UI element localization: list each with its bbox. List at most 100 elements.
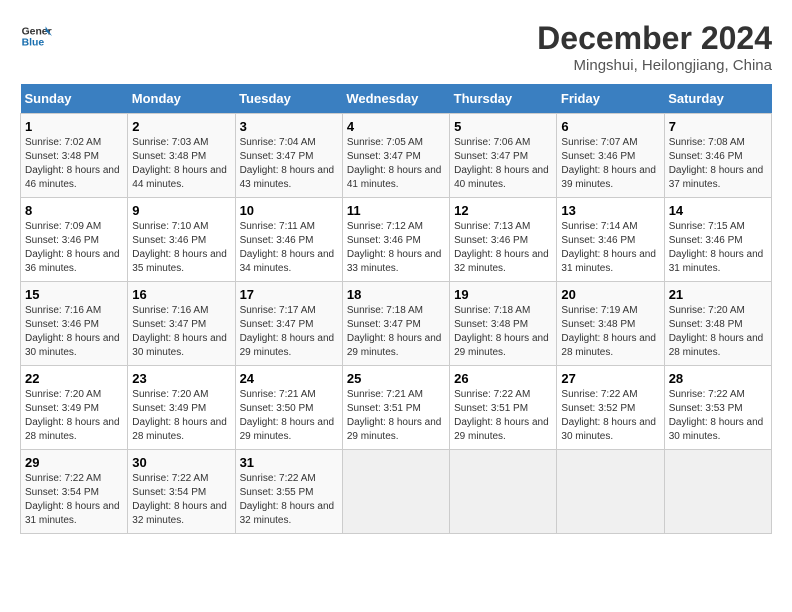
day-number: 22 [25,371,123,386]
day-number: 5 [454,119,552,134]
day-info: Sunrise: 7:17 AMSunset: 3:47 PMDaylight:… [240,304,338,360]
day-info: Sunrise: 7:22 AMSunset: 3:55 PMDaylight:… [240,472,338,528]
day-number: 21 [669,287,767,302]
day-of-week-header: Tuesday [235,84,342,114]
calendar-day-cell: 23 Sunrise: 7:20 AMSunset: 3:49 PMDayligh… [128,366,235,450]
day-info: Sunrise: 7:09 AMSunset: 3:46 PMDaylight:… [25,220,123,276]
calendar-day-cell: 20 Sunrise: 7:19 AMSunset: 3:48 PMDayligh… [557,282,664,366]
day-number: 6 [561,119,659,134]
calendar-day-cell: 24 Sunrise: 7:21 AMSunset: 3:50 PMDayligh… [235,366,342,450]
calendar-day-cell: 17 Sunrise: 7:17 AMSunset: 3:47 PMDayligh… [235,282,342,366]
day-number: 9 [132,203,230,218]
day-info: Sunrise: 7:19 AMSunset: 3:48 PMDaylight:… [561,304,659,360]
day-info: Sunrise: 7:22 AMSunset: 3:53 PMDaylight:… [669,388,767,444]
calendar-day-cell: 4Sunrise: 7:05 AMSunset: 3:47 PMDaylight… [342,114,449,198]
calendar-day-cell [450,450,557,534]
day-info: Sunrise: 7:13 AMSunset: 3:46 PMDaylight:… [454,220,552,276]
day-info: Sunrise: 7:20 AMSunset: 3:48 PMDaylight:… [669,304,767,360]
day-number: 7 [669,119,767,134]
day-info: Sunrise: 7:12 AMSunset: 3:46 PMDaylight:… [347,220,445,276]
day-info: Sunrise: 7:03 AMSunset: 3:48 PMDaylight:… [132,136,230,192]
calendar-day-cell: 19Sunrise: 7:18 AMSunset: 3:48 PMDayligh… [450,282,557,366]
day-number: 30 [132,455,230,470]
day-number: 24 [240,371,338,386]
day-info: Sunrise: 7:02 AMSunset: 3:48 PMDaylight:… [25,136,123,192]
day-number: 16 [132,287,230,302]
day-number: 19 [454,287,552,302]
calendar-day-cell: 1 Sunrise: 7:02 AMSunset: 3:48 PMDaylight… [21,114,128,198]
day-number: 26 [454,371,552,386]
day-of-week-header: Friday [557,84,664,114]
calendar-day-cell: 27 Sunrise: 7:22 AMSunset: 3:52 PMDayligh… [557,366,664,450]
day-info: Sunrise: 7:15 AMSunset: 3:46 PMDaylight:… [669,220,767,276]
calendar-week-row: 22 Sunrise: 7:20 AMSunset: 3:49 PMDayligh… [21,366,772,450]
calendar-day-cell: 21 Sunrise: 7:20 AMSunset: 3:48 PMDayligh… [664,282,771,366]
day-info: Sunrise: 7:08 AMSunset: 3:46 PMDaylight:… [669,136,767,192]
calendar-day-cell: 15Sunrise: 7:16 AMSunset: 3:46 PMDayligh… [21,282,128,366]
day-number: 25 [347,371,445,386]
page-header: General Blue December 2024 Mingshui, Hei… [20,20,772,74]
day-number: 1 [25,119,123,134]
day-number: 23 [132,371,230,386]
calendar-day-cell: 10 Sunrise: 7:11 AMSunset: 3:46 PMDayligh… [235,198,342,282]
main-title: December 2024 [537,20,772,57]
calendar-week-row: 1 Sunrise: 7:02 AMSunset: 3:48 PMDaylight… [21,114,772,198]
day-info: Sunrise: 7:20 AMSunset: 3:49 PMDaylight:… [25,388,123,444]
title-block: December 2024 Mingshui, Heilongjiang, Ch… [537,20,772,74]
day-info: Sunrise: 7:22 AMSunset: 3:52 PMDaylight:… [561,388,659,444]
calendar-day-cell [664,450,771,534]
day-number: 18 [347,287,445,302]
day-of-week-header: Wednesday [342,84,449,114]
calendar-day-cell: 7 Sunrise: 7:08 AMSunset: 3:46 PMDaylight… [664,114,771,198]
calendar-day-cell [557,450,664,534]
calendar-day-cell: 3Sunrise: 7:04 AMSunset: 3:47 PMDaylight… [235,114,342,198]
day-number: 29 [25,455,123,470]
calendar-day-cell: 29Sunrise: 7:22 AMSunset: 3:54 PMDayligh… [21,450,128,534]
day-info: Sunrise: 7:21 AMSunset: 3:50 PMDaylight:… [240,388,338,444]
day-number: 11 [347,203,445,218]
day-info: Sunrise: 7:10 AMSunset: 3:46 PMDaylight:… [132,220,230,276]
calendar-week-row: 29 Sunrise: 7:22 AMSunset: 3:54 PMDayligh… [21,450,772,534]
calendar-day-cell: 28 Sunrise: 7:22 AMSunset: 3:53 PMDayligh… [664,366,771,450]
day-info: Sunrise: 7:11 AMSunset: 3:46 PMDaylight:… [240,220,338,276]
calendar-table: SundayMondayTuesdayWednesdayThursdayFrid… [20,84,772,534]
calendar-day-cell: 31 Sunrise: 7:22 AMSunset: 3:55 PMDayligh… [235,450,342,534]
day-number: 10 [240,203,338,218]
day-number: 31 [240,455,338,470]
calendar-day-cell: 14 Sunrise: 7:15 AMSunset: 3:46 PMDayligh… [664,198,771,282]
calendar-day-cell: 30 Sunrise: 7:22 AMSunset: 3:54 PMDayligh… [128,450,235,534]
day-info: Sunrise: 7:14 AMSunset: 3:46 PMDaylight:… [561,220,659,276]
day-info: Sunrise: 7:22 AMSunset: 3:51 PMDaylight:… [454,388,552,444]
day-number: 17 [240,287,338,302]
day-number: 20 [561,287,659,302]
calendar-day-cell: 13 Sunrise: 7:14 AMSunset: 3:46 PMDayligh… [557,198,664,282]
day-number: 3 [240,119,338,134]
subtitle: Mingshui, Heilongjiang, China [537,57,772,74]
day-of-week-header: Monday [128,84,235,114]
day-info: Sunrise: 7:20 AMSunset: 3:49 PMDaylight:… [132,388,230,444]
calendar-day-cell: 11 Sunrise: 7:12 AMSunset: 3:46 PMDayligh… [342,198,449,282]
day-info: Sunrise: 7:18 AMSunset: 3:47 PMDaylight:… [347,304,445,360]
day-info: Sunrise: 7:21 AMSunset: 3:51 PMDaylight:… [347,388,445,444]
day-of-week-header: Saturday [664,84,771,114]
day-number: 13 [561,203,659,218]
day-of-week-header: Thursday [450,84,557,114]
day-info: Sunrise: 7:07 AMSunset: 3:46 PMDaylight:… [561,136,659,192]
day-info: Sunrise: 7:06 AMSunset: 3:47 PMDaylight:… [454,136,552,192]
day-number: 14 [669,203,767,218]
day-number: 8 [25,203,123,218]
day-number: 4 [347,119,445,134]
calendar-day-cell: 9 Sunrise: 7:10 AMSunset: 3:46 PMDaylight… [128,198,235,282]
calendar-day-cell: 8 Sunrise: 7:09 AMSunset: 3:46 PMDaylight… [21,198,128,282]
day-number: 28 [669,371,767,386]
calendar-day-cell: 6 Sunrise: 7:07 AMSunset: 3:46 PMDaylight… [557,114,664,198]
logo: General Blue [20,20,52,52]
calendar-day-cell: 22 Sunrise: 7:20 AMSunset: 3:49 PMDayligh… [21,366,128,450]
calendar-day-cell: 16Sunrise: 7:16 AMSunset: 3:47 PMDayligh… [128,282,235,366]
day-info: Sunrise: 7:22 AMSunset: 3:54 PMDaylight:… [132,472,230,528]
calendar-week-row: 15Sunrise: 7:16 AMSunset: 3:46 PMDayligh… [21,282,772,366]
day-info: Sunrise: 7:16 AMSunset: 3:46 PMDaylight:… [25,304,123,360]
calendar-week-row: 8 Sunrise: 7:09 AMSunset: 3:46 PMDaylight… [21,198,772,282]
day-number: 12 [454,203,552,218]
day-number: 27 [561,371,659,386]
